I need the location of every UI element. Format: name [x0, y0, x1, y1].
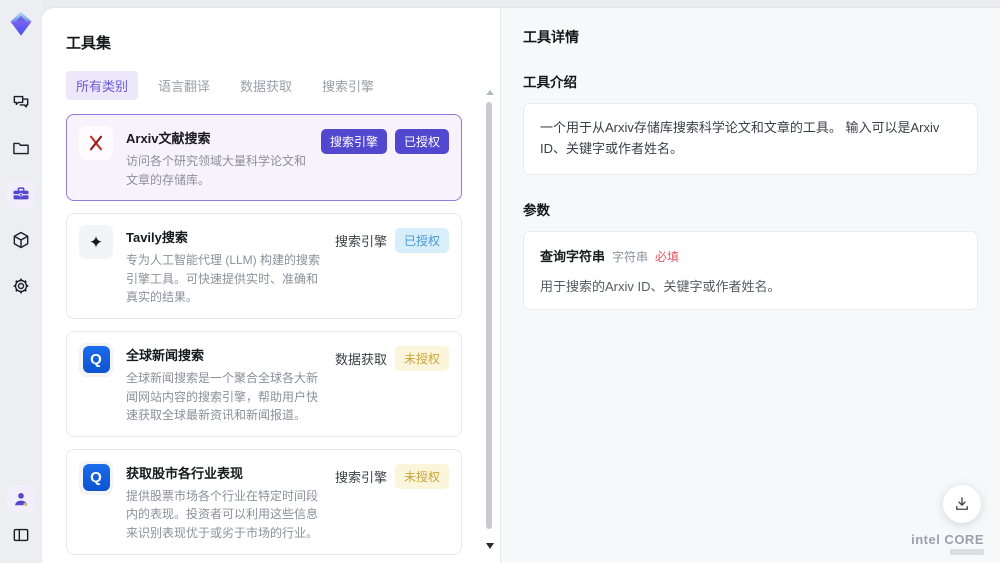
tool-description: 提供股票市场各个行业在特定时间段内的表现。投资者可以利用这些信息来识别表现优于或… — [126, 488, 319, 540]
tool-name: 全球新闻搜索 — [126, 347, 205, 363]
user-profile-icon[interactable] — [7, 485, 35, 513]
tool-description: 专为人工智能代理 (LLM) 构建的搜索引擎工具。可快速提供实时、准确和真实的结… — [126, 253, 321, 305]
tool-list-item[interactable]: Arxiv文献搜索 访问各个研究领域大量科学论文和文章的存储库。 搜索引擎 已授… — [66, 114, 462, 202]
tab-language-translation[interactable]: 语言翻译 — [148, 71, 220, 100]
download-icon — [956, 497, 968, 510]
tool-list-item[interactable]: Q 全球新闻搜索 全球新闻搜索是一个聚合全球各大新闻网站内容的搜索引擎，帮助用户… — [66, 330, 462, 437]
tab-data-fetch[interactable]: 数据获取 — [230, 71, 302, 100]
category-badge: 搜索引擎 — [320, 129, 387, 154]
param-card: 查询字符串 字符串 必填 用于搜索的Arxiv ID、关键字或作者姓名。 — [523, 230, 978, 310]
param-desc: 用于搜索的Arxiv ID、关键字或作者姓名。 — [540, 278, 781, 294]
scroll-up-arrow-icon[interactable] — [486, 90, 494, 95]
intel-core-logo: intel CORE — [911, 532, 984, 555]
intro-heading: 工具介绍 — [523, 75, 577, 90]
category-badge: 数据获取 — [334, 351, 387, 367]
detail-title: 工具详情 — [523, 29, 579, 45]
toolbox-icon[interactable] — [7, 180, 35, 208]
scrollbar-thumb[interactable] — [486, 102, 492, 529]
auth-status-badge: 未授权 — [394, 345, 449, 371]
tab-search-engine[interactable]: 搜索引擎 — [312, 71, 384, 100]
tool-detail-pane: 工具详情 工具介绍 一个用于从Arxiv存储库搜索科学论文和文章的工具。 输入可… — [500, 8, 1000, 563]
intro-text: 一个用于从Arxiv存储库搜索科学论文和文章的工具。 输入可以是Arxiv ID… — [540, 120, 940, 156]
app-logo-icon — [5, 8, 37, 40]
tool-name: Tavily搜索 — [126, 230, 188, 246]
tool-list-pane: 工具集 所有类别 语言翻译 数据获取 搜索引擎 Arxiv文献搜索 访问各个研究… — [42, 8, 500, 563]
intel-logo-sub-bar — [950, 549, 984, 555]
tool-list-item[interactable]: Q 获取股市各行业表现 提供股票市场各个行业在特定时间段内的表现。投资者可以利用… — [66, 448, 462, 555]
params-heading: 参数 — [523, 202, 550, 218]
rail-bottom — [7, 485, 35, 549]
page-title: 工具集 — [66, 35, 112, 52]
tool-list: Arxiv文献搜索 访问各个研究领域大量科学论文和文章的存储库。 搜索引擎 已授… — [66, 114, 480, 561]
sparkle-icon: ✦ — [79, 225, 113, 260]
tool-name: Arxiv文献搜索 — [126, 131, 211, 146]
rail-nav — [7, 88, 35, 300]
tab-all-categories[interactable]: 所有类别 — [66, 71, 139, 100]
param-head: 查询字符串 字符串 必填 — [540, 246, 961, 265]
category-tabs: 所有类别 语言翻译 数据获取 搜索引擎 — [66, 71, 480, 100]
cube-icon[interactable] — [7, 226, 35, 254]
category-badge: 搜索引擎 — [334, 234, 387, 250]
main-shell: 工具集 所有类别 语言翻译 数据获取 搜索引擎 Arxiv文献搜索 访问各个研究… — [42, 8, 1000, 563]
arxiv-logo-icon — [79, 126, 113, 160]
tool-description: 全球新闻搜索是一个聚合全球各大新闻网站内容的搜索引擎，帮助用户快速获取全球最新资… — [126, 370, 319, 423]
chat-icon[interactable] — [7, 88, 35, 116]
param-type: 字符串 — [612, 249, 649, 264]
intel-core-logo-text: intel CORE — [911, 532, 984, 547]
scroll-down-arrow-icon[interactable] — [486, 543, 494, 549]
left-rail — [0, 0, 42, 563]
tool-list-item[interactable]: ✦ Tavily搜索 专为人工智能代理 (LLM) 构建的搜索引擎工具。可快速提… — [66, 213, 462, 319]
download-button[interactable] — [943, 485, 981, 523]
tool-name: 获取股市各行业表现 — [126, 465, 244, 481]
auth-status-badge: 已授权 — [394, 228, 449, 254]
category-badge: 搜索引擎 — [334, 469, 387, 485]
scrollbar[interactable] — [485, 90, 494, 549]
param-name: 查询字符串 — [540, 248, 606, 264]
auth-status-badge: 已授权 — [394, 129, 449, 154]
tool-description: 访问各个研究领域大量科学论文和文章的存储库。 — [126, 154, 307, 187]
intro-card: 一个用于从Arxiv存储库搜索科学论文和文章的工具。 输入可以是Arxiv ID… — [523, 103, 978, 175]
param-required-badge: 必填 — [655, 249, 680, 264]
q-stocks-logo-icon: Q — [79, 460, 113, 495]
panel-toggle-icon[interactable] — [7, 521, 35, 549]
q-news-logo-icon: Q — [79, 342, 113, 377]
gear-icon[interactable] — [7, 272, 35, 300]
folder-icon[interactable] — [7, 134, 35, 162]
auth-status-badge: 未授权 — [394, 463, 449, 489]
